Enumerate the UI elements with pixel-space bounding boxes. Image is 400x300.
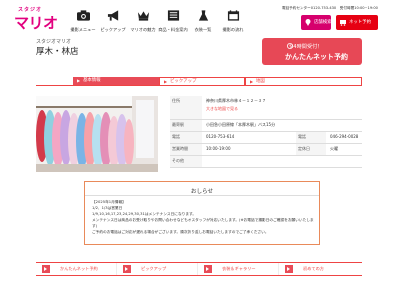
table-row: 最寄駅 小田急小田原線「本厚木駅」バス15分 (170, 120, 362, 132)
tab-label: 地図 (256, 79, 265, 84)
nav-item-costume[interactable]: 衣装一覧 (188, 8, 218, 38)
nav-item-price[interactable]: 商品・料金案内 (158, 8, 188, 38)
map-pin-icon (305, 19, 311, 26)
notice-box: おしらせ 【2025年1月情報】 1/2、1/3は営業日 1/9,10,16,1… (84, 181, 320, 245)
footer-label: ピックアップ (141, 266, 167, 271)
footer-item-pickup[interactable]: ピックアップ (117, 263, 198, 275)
calendar-icon (227, 10, 240, 21)
camera-icon (77, 10, 90, 21)
megaphone-icon (107, 10, 119, 21)
footer-nav: かんたんネット予約 ピックアップ 衣装＆ギャラリー 初めての方 (36, 262, 362, 276)
map-link[interactable]: 大きな地図で見る (206, 106, 362, 112)
address-value: 神奈川県厚木市林４－１２－３７ 大きな地図で見る (206, 96, 362, 114)
tab-label: 基本情報 (83, 78, 101, 83)
crown-icon (137, 11, 150, 21)
online-reservation-cta[interactable]: 24時間受付！ かんたんネット予約 (262, 38, 362, 65)
shop-tabs: ▶ 基本情報 ▶ ピックアップ ▶ 地図 (36, 77, 362, 86)
table-row: その他 (170, 156, 362, 168)
shop-kana: スタジオマリオ (36, 39, 72, 45)
other-value (206, 156, 362, 160)
tab-map[interactable]: ▶ 地図 (245, 77, 362, 85)
table-row: 住所 神奈川県厚木市林４－１２－３７ 大きな地図で見る (170, 96, 362, 120)
row-header: 電話 (296, 132, 326, 143)
nav-item-menu[interactable]: 撮影メニュー (68, 8, 98, 38)
shop-search-label: 店舗検索 (314, 20, 332, 25)
tab-label: ピックアップ (170, 79, 197, 84)
divider (85, 195, 319, 196)
shop-info-table: 住所 神奈川県厚木市林４－１２－３７ 大きな地図で見る 最寄駅 小田急小田原線「… (170, 96, 362, 168)
cta-line1: 24時間受付！ (290, 44, 323, 50)
footer-label: 衣装＆ギャラリー (222, 266, 256, 271)
row-header: 最寄駅 (170, 120, 202, 131)
row-header: 電話 (170, 132, 202, 143)
footer-label: かんたんネット予約 (60, 266, 98, 271)
site-header: スタジオ マリオ 撮影メニュー ピックアップ マリオの魅力 商品・料金案内 衣装… (0, 0, 400, 38)
chevron-right-icon: ▶ (250, 79, 254, 84)
footer-item-first-time[interactable]: 初めての方 (279, 263, 360, 275)
row-header: 住所 (170, 96, 202, 119)
net-reserve-label: ネット予約 (349, 20, 371, 25)
table-row: 営業時間 10:00-19:00 定休日 火曜 (170, 144, 362, 156)
table-row: 電話 0120-753-614 電話 046-294-0028 (170, 132, 362, 144)
net-reserve-button[interactable]: ネット予約 (336, 15, 378, 30)
page-title: 厚木・林店 (36, 47, 79, 57)
footer-item-gallery[interactable]: 衣装＆ギャラリー (198, 263, 279, 275)
address-text: 神奈川県厚木市林４－１２－３７ (206, 98, 266, 103)
tab-basic-info[interactable]: ▶ 基本情報 (73, 77, 159, 85)
costume-rack-image (36, 96, 158, 172)
logo-text: マリオ (14, 14, 58, 32)
studio-mario-logo[interactable]: スタジオ マリオ (14, 6, 60, 34)
tab-pickup[interactable]: ▶ ピックアップ (159, 77, 245, 85)
chevron-right-icon: ▶ (164, 79, 168, 84)
row-header: 営業時間 (170, 144, 202, 155)
nav-item-pickup[interactable]: ピックアップ (98, 8, 128, 38)
notice-line: ご予約のお電話はご対応が遅れる場合がございます。順次折り返しお電話いたしますので… (92, 230, 269, 234)
tel-info: 電話予約センター0120-753-430 受付時間10:00~19:00 (282, 6, 378, 10)
arrow-right-icon (42, 265, 50, 273)
chevron-right-icon: ▶ (77, 78, 81, 83)
footer-label: 初めての方 (303, 266, 324, 271)
nav-item-appeal[interactable]: マリオの魅力 (128, 8, 158, 38)
nav-item-flow[interactable]: 撮影の流れ (218, 8, 248, 38)
notice-line: メンテナンス日は商品のお受け取りやお問い合わせなどもオスタッフが対応いたします。… (92, 218, 314, 228)
hours-value: 10:00-19:00 (206, 146, 231, 151)
cta-line2: かんたんネット予約 (285, 53, 348, 61)
arrow-right-icon (204, 265, 212, 273)
closed-value: 火曜 (330, 146, 338, 151)
row-header: その他 (170, 156, 202, 167)
shop-interior-photo (36, 96, 158, 172)
book-icon (167, 10, 180, 21)
footer-item-reserve[interactable]: かんたんネット予約 (36, 263, 117, 275)
row-header: 定休日 (296, 144, 326, 155)
global-nav: 撮影メニュー ピックアップ マリオの魅力 商品・料金案内 衣装一覧 撮影の流れ (68, 8, 248, 38)
dress-icon (198, 10, 209, 21)
shop-search-button[interactable]: 店舗検索 (301, 15, 332, 30)
notice-title: おしらせ (190, 189, 214, 195)
phone2-value[interactable]: 046-294-0028 (330, 132, 358, 141)
nav-label: 撮影の流れ (222, 27, 244, 32)
cart-icon (340, 20, 346, 26)
notice-body: 【2025年1月情報】 1/2、1/3は営業日 1/9,10,16,17,23,… (92, 199, 316, 235)
arrow-right-icon (123, 265, 131, 273)
arrow-right-icon (285, 265, 293, 273)
station-value: 小田急小田原線「本厚木駅」バス15分 (206, 122, 276, 127)
